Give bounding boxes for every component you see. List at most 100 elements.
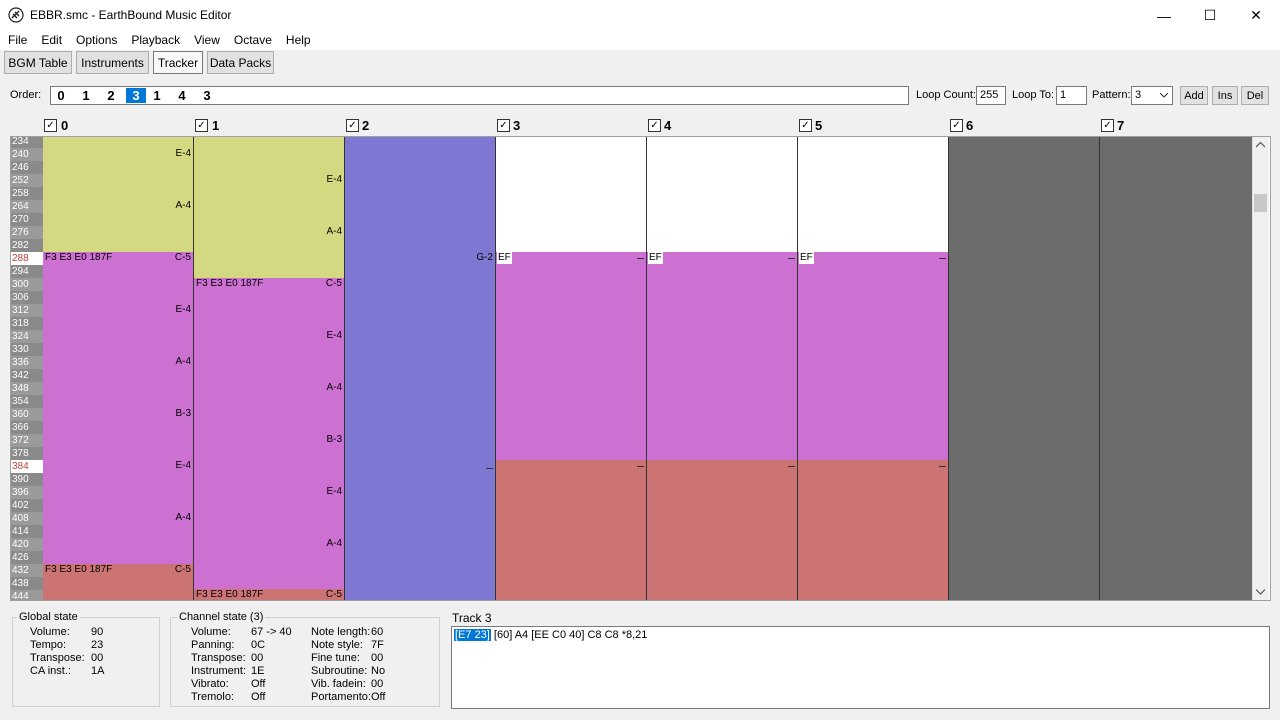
command: F3 E3 E0 187F [45, 564, 113, 575]
segment [496, 252, 646, 460]
tab-instruments[interactable]: Instruments [76, 51, 149, 74]
ch-fine-tune-value: 00 [371, 652, 384, 664]
order-item-selected[interactable]: 3 [126, 88, 146, 103]
row-number: 420 [11, 538, 43, 551]
pattern-select[interactable]: 3 [1131, 86, 1173, 105]
loop-to-field[interactable]: 1 [1056, 86, 1087, 105]
ch-tremolo-label: Tremolo: [191, 691, 234, 703]
segment [647, 460, 797, 600]
tab-tracker[interactable]: Tracker [153, 51, 203, 74]
order-item[interactable]: 3 [197, 88, 217, 103]
ch-instrument-label: Instrument: [191, 665, 247, 677]
row-number: 426 [11, 551, 43, 564]
add-button[interactable]: Add [1180, 86, 1208, 105]
row-number: 432 [11, 564, 43, 577]
ch-transpose-label: Transpose: [191, 652, 246, 664]
row-number: 288 [11, 252, 43, 265]
channel-7-checkbox[interactable]: ✓ [1101, 119, 1114, 132]
effect: EF [497, 252, 512, 264]
close-button[interactable]: ✕ [1233, 0, 1279, 31]
menu-bar: File Edit Options Playback View Octave H… [0, 31, 1280, 50]
channel-0-checkbox[interactable]: ✓ [44, 119, 57, 132]
menu-options[interactable]: Options [68, 31, 123, 50]
channel-6-checkbox[interactable]: ✓ [950, 119, 963, 132]
row-number: 276 [11, 226, 43, 239]
window-title: EBBR.smc - EarthBound Music Editor [30, 8, 232, 22]
scroll-down-icon[interactable] [1256, 589, 1265, 595]
order-item[interactable]: 1 [76, 88, 96, 103]
channel-5-checkbox[interactable]: ✓ [799, 119, 812, 132]
global-volume-value: 90 [91, 626, 104, 638]
note: A-4 [175, 512, 191, 523]
note: G-2 [476, 252, 493, 263]
channel-3-column[interactable]: EF [496, 137, 647, 600]
scrollbar-thumb[interactable] [1254, 194, 1267, 212]
menu-help[interactable]: Help [278, 31, 317, 50]
segment [798, 252, 948, 460]
row-number: 282 [11, 239, 43, 252]
global-ca-inst-label: CA inst.: [30, 665, 71, 677]
ch-note-style-value: 7F [371, 639, 384, 651]
note: E-4 [175, 148, 191, 159]
row-number: 264 [11, 200, 43, 213]
ch-transpose-value: 00 [251, 652, 264, 664]
global-transpose-label: Transpose: [30, 652, 85, 664]
channel-4-column[interactable]: EF [647, 137, 798, 600]
order-list[interactable]: 0 1 2 3 1 4 3 [50, 86, 909, 105]
minimize-button[interactable]: — [1141, 0, 1187, 31]
track-text-editor[interactable]: [E7 23] [60] A4 [EE C0 40] C8 C8 *8,21 [451, 626, 1270, 709]
global-tempo-value: 23 [91, 639, 104, 651]
menu-view[interactable]: View [186, 31, 226, 50]
channel-1-column[interactable]: E-4 A-4 F3 E3 E0 187F C-5 E-4 A-4 B-3 E-… [194, 137, 345, 600]
tracker-grid[interactable]: 234 240 246 252 258 264 270 276 282 288 294 300 306 3… [10, 136, 1271, 601]
row-number: 336 [11, 356, 43, 369]
order-item[interactable]: 0 [51, 88, 71, 103]
channel-5-column[interactable]: EF [798, 137, 949, 600]
channel-0-column[interactable]: E-4 A-4 F3 E3 E0 187F C-5 E-4 A-4 B-3 E-… [43, 137, 194, 600]
note: E-4 [326, 486, 342, 497]
row-number-column: 234 240 246 252 258 264 270 276 282 288 294 300 306 3… [11, 137, 43, 600]
menu-playback[interactable]: Playback [123, 31, 186, 50]
note: C-5 [174, 252, 191, 263]
channel-0-label: 0 [61, 118, 69, 133]
ch-note-length-label: Note length: [311, 626, 371, 638]
menu-octave[interactable]: Octave [226, 31, 278, 50]
loop-count-field[interactable]: 255 [976, 86, 1006, 105]
note: A-4 [326, 382, 342, 393]
tab-bgm-table[interactable]: BGM Table [4, 51, 72, 74]
track-commands[interactable]: [60] A4 [EE C0 40] C8 C8 *8,21 [491, 629, 648, 641]
tick-mark [637, 258, 644, 259]
tick-mark [939, 466, 946, 467]
menu-file[interactable]: File [0, 31, 33, 50]
channel-6-column[interactable] [949, 137, 1100, 600]
channel-3-checkbox[interactable]: ✓ [497, 119, 510, 132]
order-item[interactable]: 4 [172, 88, 192, 103]
order-item[interactable]: 2 [101, 88, 121, 103]
row-number: 300 [11, 278, 43, 291]
effect: EF [799, 252, 814, 264]
row-number: 294 [11, 265, 43, 278]
track-selected-command[interactable]: [E7 23] [454, 629, 491, 641]
channel-3-label: 3 [513, 118, 521, 133]
insert-button[interactable]: Ins [1212, 86, 1238, 105]
channel-2-label: 2 [362, 118, 370, 133]
segment [496, 460, 646, 600]
segment [43, 137, 193, 252]
channel-1-checkbox[interactable]: ✓ [195, 119, 208, 132]
channel-4-label: 4 [664, 118, 672, 133]
delete-button[interactable]: Del [1241, 86, 1269, 105]
command: F3 E3 E0 187F [196, 589, 264, 600]
channel-2-column[interactable]: G-2 [345, 137, 496, 600]
row-number: 234 [11, 137, 43, 148]
row-number: 246 [11, 161, 43, 174]
channel-4-checkbox[interactable]: ✓ [648, 119, 661, 132]
channel-7-column[interactable] [1100, 137, 1252, 600]
scroll-up-icon[interactable] [1256, 142, 1265, 148]
order-item[interactable]: 1 [147, 88, 167, 103]
global-state-title: Global state [17, 611, 80, 623]
menu-edit[interactable]: Edit [33, 31, 68, 50]
segment [43, 252, 193, 564]
tab-data-packs[interactable]: Data Packs [207, 51, 274, 74]
channel-2-checkbox[interactable]: ✓ [346, 119, 359, 132]
maximize-button[interactable]: ☐ [1187, 0, 1233, 31]
